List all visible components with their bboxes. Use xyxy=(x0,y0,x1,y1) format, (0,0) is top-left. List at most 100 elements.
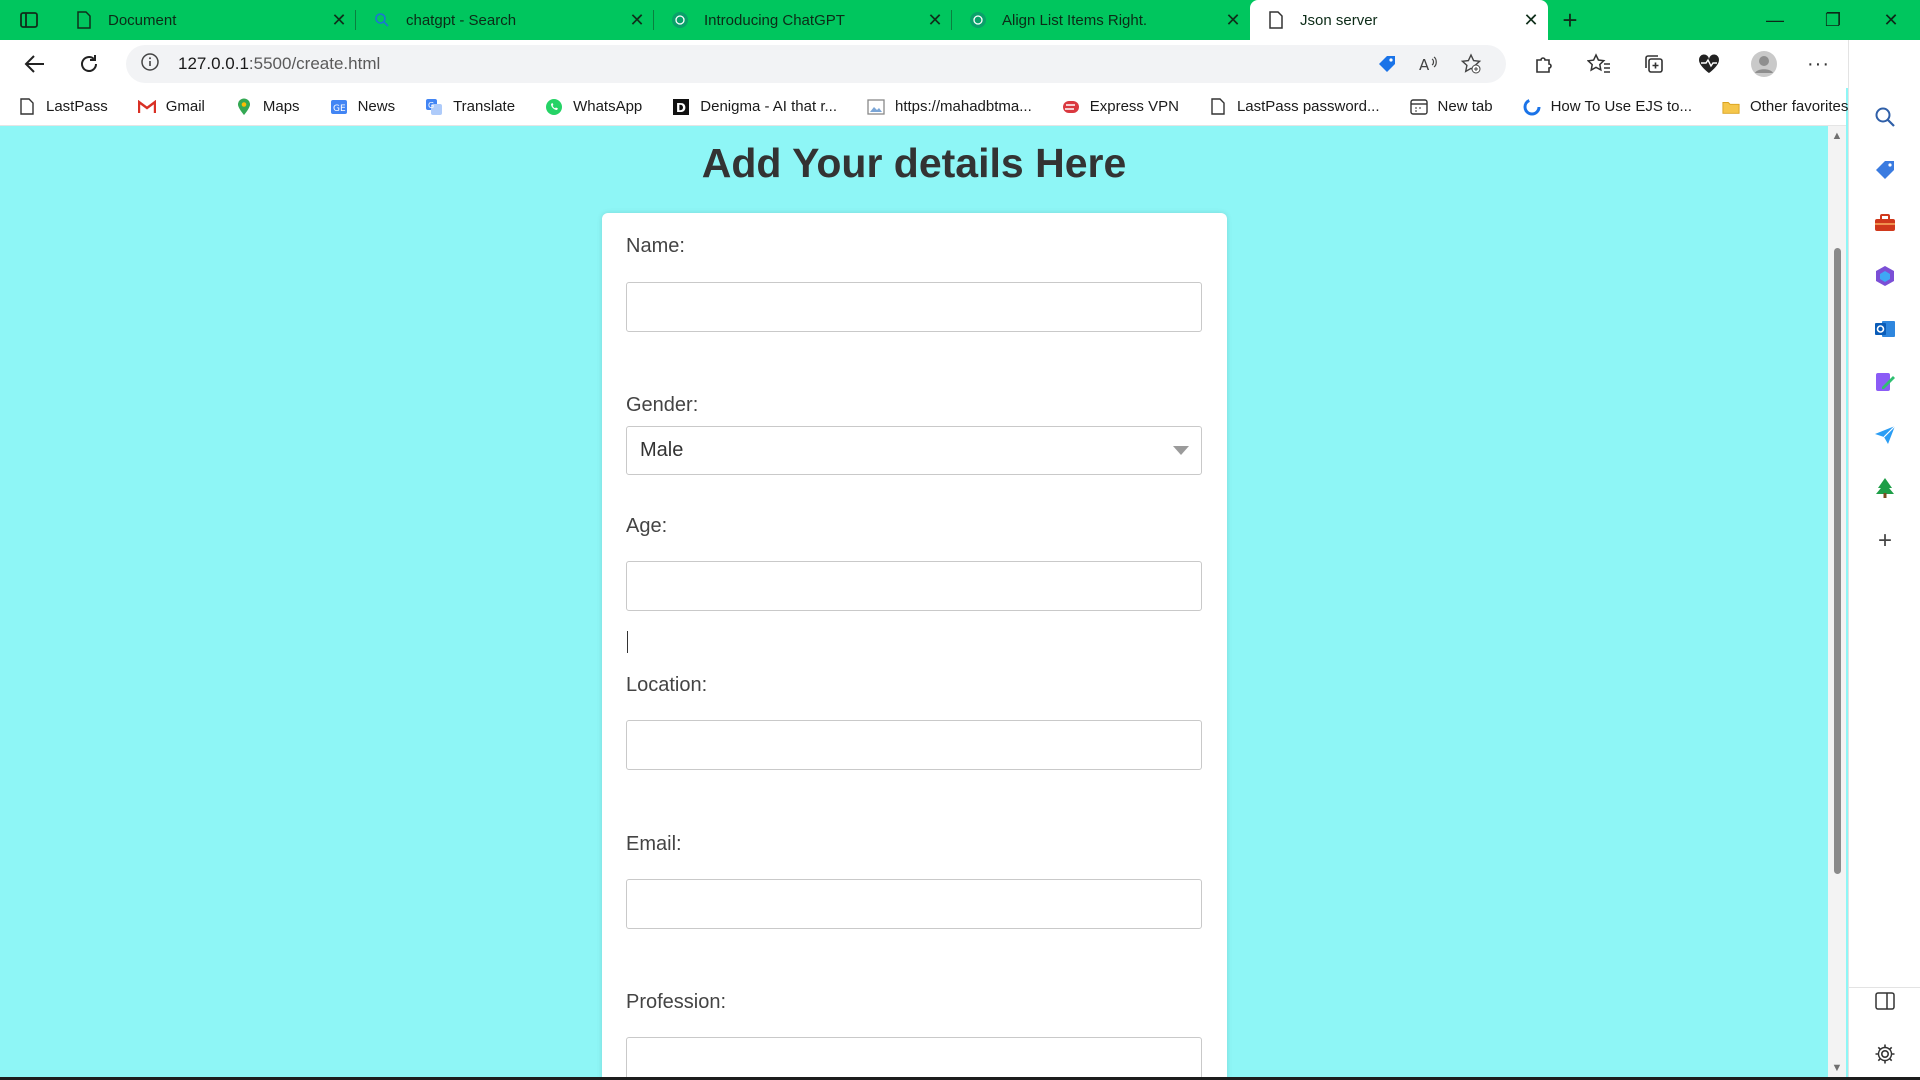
panel-icon xyxy=(1875,991,1895,1010)
info-icon[interactable] xyxy=(140,52,160,77)
profile-button[interactable] xyxy=(1736,44,1791,84)
toolbox-icon xyxy=(1875,213,1895,231)
sidebar-settings[interactable] xyxy=(1849,1027,1920,1080)
bookmark-expressvpn[interactable]: Express VPN xyxy=(1044,98,1191,116)
translate-icon: G xyxy=(425,98,443,116)
url-text[interactable]: 127.0.0.1:5500/create.html xyxy=(178,54,1366,74)
search-icon xyxy=(372,10,392,30)
bookmark-translate[interactable]: G Translate xyxy=(407,98,527,116)
document-icon xyxy=(1209,98,1227,116)
plus-icon: + xyxy=(1562,4,1578,35)
close-icon[interactable]: ✕ xyxy=(918,5,952,35)
settings-more-button[interactable]: ··· xyxy=(1791,44,1846,84)
bookmark-new-tab[interactable]: New tab xyxy=(1392,98,1505,116)
tab-json-server[interactable]: Json server ✕ xyxy=(1250,0,1548,40)
gender-select[interactable]: Male xyxy=(626,426,1202,475)
newtab-icon xyxy=(1409,98,1428,116)
sidebar-shopping[interactable] xyxy=(1849,143,1920,196)
sidebar-outlook[interactable] xyxy=(1849,302,1920,355)
bookmark-denigma[interactable]: D Denigma - AI that r... xyxy=(654,98,849,116)
shopping-tag-icon xyxy=(1876,160,1894,179)
sidebar-hide[interactable] xyxy=(1849,974,1920,1027)
email-label: Email: xyxy=(626,833,682,855)
extensions-button[interactable] xyxy=(1516,44,1571,84)
bookmark-news[interactable]: GE News xyxy=(312,98,408,116)
denigma-icon: D xyxy=(672,98,690,116)
close-icon[interactable]: ✕ xyxy=(620,5,654,35)
scroll-up-icon[interactable]: ▲ xyxy=(1831,130,1843,142)
refresh-button[interactable] xyxy=(62,44,116,84)
bookmark-whatsapp[interactable]: WhatsApp xyxy=(527,98,654,116)
navigation-toolbar: 127.0.0.1:5500/create.html A ··· xyxy=(0,40,1920,88)
new-tab-button[interactable]: + xyxy=(1548,0,1592,40)
ejs-icon xyxy=(1523,98,1541,116)
address-bar[interactable]: 127.0.0.1:5500/create.html A xyxy=(126,45,1506,83)
scrollbar-thumb[interactable] xyxy=(1834,248,1841,874)
sidebar-designer[interactable] xyxy=(1849,355,1920,408)
toolbar-actions: ··· xyxy=(1516,44,1846,84)
sidebar-search[interactable] xyxy=(1849,90,1920,143)
bookmark-ejs[interactable]: How To Use EJS to... xyxy=(1505,98,1704,116)
ellipsis-icon: ··· xyxy=(1807,52,1830,75)
minimize-button[interactable]: — xyxy=(1746,0,1804,40)
browser-essentials-button[interactable] xyxy=(1681,44,1736,84)
sidebar-tools[interactable] xyxy=(1849,196,1920,249)
location-input[interactable] xyxy=(626,720,1202,770)
back-button[interactable] xyxy=(8,44,62,84)
back-arrow-icon xyxy=(24,55,44,73)
bookmark-mahadbt[interactable]: https://mahadbtma... xyxy=(849,98,1044,116)
close-window-button[interactable]: ✕ xyxy=(1862,0,1920,40)
sidebar-top-spacer xyxy=(1849,40,1920,90)
age-input[interactable] xyxy=(626,561,1202,611)
page-scrollbar[interactable]: ▲ ▼ xyxy=(1828,126,1846,1080)
bookmark-label: WhatsApp xyxy=(573,98,643,115)
bookmark-lastpass[interactable]: LastPass xyxy=(0,98,120,116)
document-icon xyxy=(74,10,94,30)
chatgpt-icon xyxy=(670,10,690,30)
sidebar-telegram[interactable] xyxy=(1849,408,1920,461)
bookmark-maps[interactable]: Maps xyxy=(217,98,312,116)
close-icon[interactable]: ✕ xyxy=(1216,5,1250,35)
bookmark-lastpass-password[interactable]: LastPass password... xyxy=(1191,98,1392,116)
chevron-down-icon xyxy=(1173,446,1189,455)
tab-introducing-chatgpt[interactable]: Introducing ChatGPT ✕ xyxy=(654,0,952,40)
age-label: Age: xyxy=(626,515,668,537)
expressvpn-icon xyxy=(1062,98,1080,116)
tab-chatgpt-search[interactable]: chatgpt - Search ✕ xyxy=(356,0,654,40)
svg-text:A: A xyxy=(1419,56,1430,74)
close-icon[interactable]: ✕ xyxy=(1514,5,1548,35)
read-aloud-icon[interactable]: A xyxy=(1408,53,1450,75)
favorites-button[interactable] xyxy=(1571,44,1626,84)
other-favorites-label: Other favorites xyxy=(1750,98,1849,115)
chatgpt-icon xyxy=(968,10,988,30)
bookmark-label: New tab xyxy=(1437,98,1493,115)
tab-align-list-items[interactable]: Align List Items Right. ✕ xyxy=(952,0,1250,40)
tab-document[interactable]: Document ✕ xyxy=(58,0,356,40)
gender-label: Gender: xyxy=(626,394,699,416)
scroll-down-icon[interactable]: ▼ xyxy=(1831,1062,1843,1074)
close-icon[interactable]: ✕ xyxy=(322,5,356,35)
collections-button[interactable] xyxy=(1626,44,1681,84)
tab-title: Introducing ChatGPT xyxy=(704,11,845,29)
office-icon xyxy=(1876,265,1894,286)
tab-title: Document xyxy=(108,11,177,29)
tab-actions-button[interactable] xyxy=(0,0,58,40)
svg-text:D: D xyxy=(676,101,686,115)
document-icon xyxy=(18,98,36,116)
sidebar-office[interactable] xyxy=(1849,249,1920,302)
name-input[interactable] xyxy=(626,282,1202,332)
bookmark-label: How To Use EJS to... xyxy=(1550,98,1693,115)
bookmark-label: News xyxy=(357,98,396,115)
coupon-tag-icon[interactable] xyxy=(1366,53,1408,75)
profession-input[interactable] xyxy=(626,1037,1202,1080)
outlook-icon xyxy=(1875,320,1895,337)
other-favorites[interactable]: Other favorites xyxy=(1704,98,1866,116)
bookmark-gmail[interactable]: Gmail xyxy=(120,98,217,116)
add-favorite-icon[interactable] xyxy=(1450,53,1492,75)
gmail-icon xyxy=(137,98,156,116)
maps-pin-icon xyxy=(235,98,253,116)
restore-button[interactable]: ❐ xyxy=(1804,0,1862,40)
sidebar-tree[interactable] xyxy=(1849,461,1920,514)
sidebar-add[interactable]: + xyxy=(1849,514,1920,567)
email-input[interactable] xyxy=(626,879,1202,929)
